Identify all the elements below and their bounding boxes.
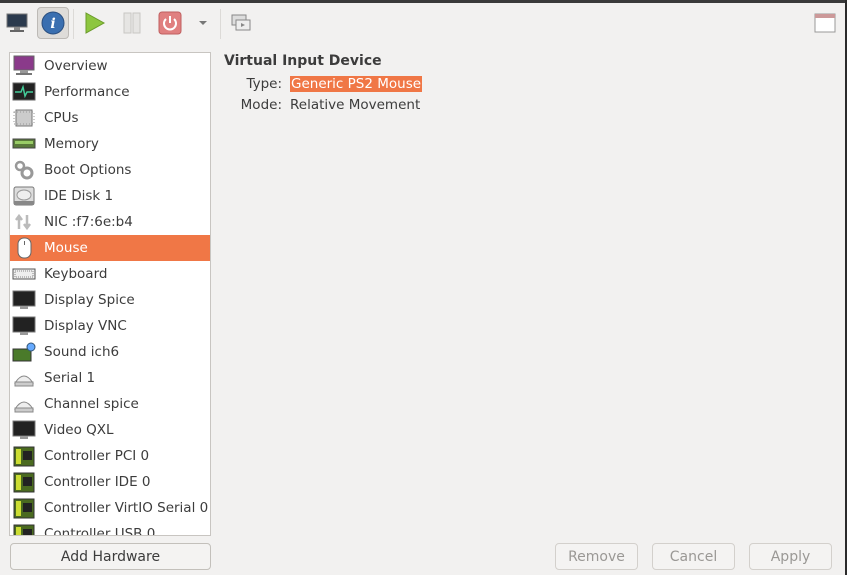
hardware-item-label: Boot Options: [44, 162, 132, 178]
hardware-item-label: Overview: [44, 58, 108, 74]
hardware-item[interactable]: Controller VirtIO Serial 0: [10, 495, 210, 521]
svg-text:i: i: [50, 16, 55, 32]
network-icon: [12, 211, 36, 233]
toolbar-separator: [73, 9, 74, 39]
serial-icon: [12, 393, 36, 415]
hardware-item-label: Sound ich6: [44, 344, 120, 360]
hardware-item-label: Channel spice: [44, 396, 139, 412]
controller-icon: [12, 523, 36, 535]
hardware-item-label: Display Spice: [44, 292, 135, 308]
console-button[interactable]: [1, 7, 33, 39]
cpu-icon: [12, 107, 36, 129]
type-label: Type:: [246, 76, 282, 92]
hardware-item[interactable]: Controller USB 0: [10, 521, 210, 536]
keyboard-icon: [12, 263, 36, 285]
display-icon: [12, 419, 36, 441]
hardware-item[interactable]: Display VNC: [10, 313, 210, 339]
chevron-down-icon: [199, 21, 207, 25]
serial-icon: [12, 367, 36, 389]
toolbar: i: [0, 3, 845, 41]
hardware-item-label: IDE Disk 1: [44, 188, 114, 204]
hardware-item-label: NIC :f7:6e:b4: [44, 214, 133, 230]
controller-icon: [12, 471, 36, 493]
details-button[interactable]: i: [37, 7, 69, 39]
hardware-item[interactable]: Performance: [10, 79, 210, 105]
hardware-item-label: Display VNC: [44, 318, 127, 334]
mode-label: Mode:: [240, 97, 282, 113]
hardware-item[interactable]: Serial 1: [10, 365, 210, 391]
snapshots-icon: [231, 14, 251, 31]
display-icon: [12, 289, 36, 311]
gears-icon: [12, 159, 36, 181]
section-title: Virtual Input Device: [224, 53, 382, 69]
type-value-text: Generic PS2 Mouse: [290, 76, 423, 92]
hardware-item-label: Memory: [44, 136, 99, 152]
hardware-item[interactable]: Display Spice: [10, 287, 210, 313]
controller-icon: [12, 445, 36, 467]
hardware-item-label: Performance: [44, 84, 130, 100]
monitor-icon: [6, 13, 28, 32]
overview-monitor-icon: [12, 55, 36, 77]
hardware-item[interactable]: Memory: [10, 131, 210, 157]
hardware-item-label: CPUs: [44, 110, 79, 126]
hardware-item[interactable]: Controller IDE 0: [10, 469, 210, 495]
hardware-item[interactable]: IDE Disk 1: [10, 183, 210, 209]
run-button[interactable]: [78, 7, 110, 39]
hardware-item-label: Keyboard: [44, 266, 108, 282]
hardware-item-label: Controller PCI 0: [44, 448, 150, 464]
controller-icon: [12, 497, 36, 519]
hardware-item[interactable]: Boot Options: [10, 157, 210, 183]
sound-card-icon: [12, 341, 36, 363]
hardware-item[interactable]: Overview: [10, 53, 210, 79]
display-icon: [12, 315, 36, 337]
hardware-item[interactable]: Video QXL: [10, 417, 210, 443]
shutdown-button[interactable]: [154, 7, 186, 39]
play-icon: [85, 12, 106, 34]
toolbar-separator: [220, 9, 221, 39]
hardware-item-label: Controller USB 0: [44, 526, 156, 536]
hardware-item[interactable]: Mouse: [10, 235, 210, 261]
power-icon: [158, 11, 182, 35]
pause-button[interactable]: [116, 7, 148, 39]
mode-value: Relative Movement: [290, 97, 421, 113]
mouse-icon: [12, 237, 36, 259]
hardware-item[interactable]: Keyboard: [10, 261, 210, 287]
hardware-item-label: Controller VirtIO Serial 0: [44, 500, 209, 516]
hardware-item[interactable]: NIC :f7:6e:b4: [10, 209, 210, 235]
info-icon: i: [41, 11, 65, 35]
hardware-item-label: Mouse: [44, 240, 88, 256]
remove-button[interactable]: Remove: [555, 543, 638, 570]
pause-icon: [123, 12, 141, 34]
fullscreen-icon: [814, 13, 836, 33]
hardware-item[interactable]: Sound ich6: [10, 339, 210, 365]
memory-icon: [12, 133, 36, 155]
snapshots-button[interactable]: [225, 7, 257, 39]
apply-button[interactable]: Apply: [749, 543, 832, 570]
cancel-button[interactable]: Cancel: [652, 543, 735, 570]
fullscreen-button[interactable]: [809, 7, 841, 39]
hardware-list[interactable]: Overview Performance CPUs Memory Boot Option…: [9, 52, 211, 536]
hardware-item[interactable]: Controller PCI 0: [10, 443, 210, 469]
hardware-item[interactable]: Channel spice: [10, 391, 210, 417]
shutdown-menu-button[interactable]: [190, 7, 216, 39]
hardware-item-label: Video QXL: [44, 422, 114, 438]
hardware-item-label: Serial 1: [44, 370, 96, 386]
performance-icon: [12, 81, 36, 103]
hardware-item[interactable]: CPUs: [10, 105, 210, 131]
disk-icon: [12, 185, 36, 207]
type-value[interactable]: Generic PS2 Mouse: [290, 76, 423, 92]
add-hardware-button[interactable]: Add Hardware: [10, 543, 211, 570]
hardware-item-label: Controller IDE 0: [44, 474, 151, 490]
